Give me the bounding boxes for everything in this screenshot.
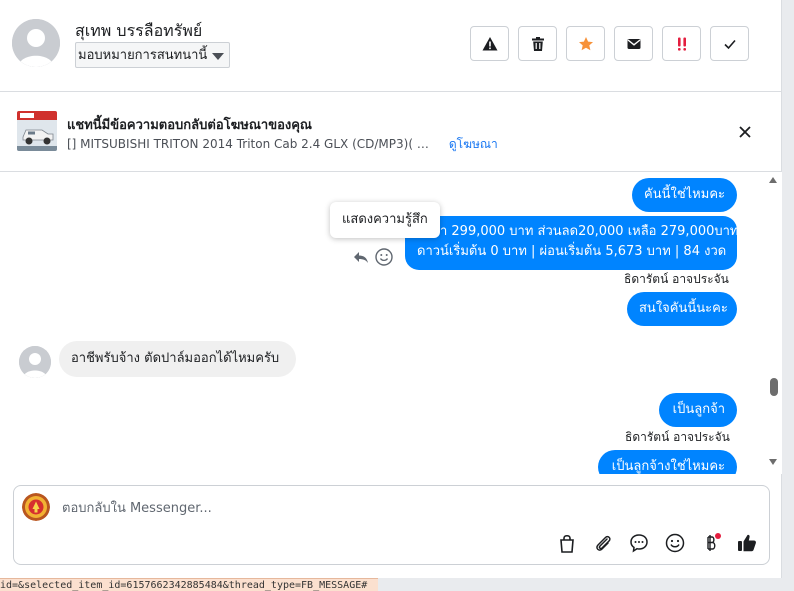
star-icon [578, 36, 593, 50]
close-icon [739, 126, 751, 138]
reaction-tooltip: แสดงความรู้สึก [330, 202, 440, 238]
warning-icon [482, 36, 497, 50]
caret-down-icon [212, 53, 225, 60]
send-like-button[interactable] [736, 532, 758, 554]
double-exclamation-icon [677, 37, 686, 51]
chat-bubble-icon [630, 534, 648, 553]
saved-replies-button[interactable] [628, 532, 650, 554]
delete-button[interactable] [518, 26, 557, 61]
shopping-bag-icon [560, 534, 574, 553]
envelope-icon [627, 38, 640, 49]
message-bubble-sent[interactable]: คันนี้ใช่ไหมคะ [632, 178, 737, 212]
paperclip-icon [596, 535, 611, 551]
mark-done-button[interactable] [710, 26, 749, 61]
react-button[interactable] [374, 247, 394, 267]
emoji-button[interactable] [664, 532, 686, 554]
follow-up-button[interactable] [662, 26, 701, 61]
message-line: ดาวน์เริ่มต้น 0 บาท | ผ่อนเริ่มต้น 5,673… [417, 244, 727, 259]
message-bubble-sent[interactable]: เป็นลูกจ้างใช่ไหมคะ [598, 450, 737, 474]
message-bubble-sent[interactable]: เป็นลูกจ้า [659, 393, 737, 427]
status-url-bar: id=&selected_item_id=6157662342885484&th… [0, 578, 378, 591]
reply-input[interactable] [62, 496, 662, 520]
ad-title-text: [] MITSUBISHI TRITON 2014 Triton Cab 2.4… [67, 137, 439, 151]
message-list-scrollbar[interactable] [765, 172, 782, 474]
message-list[interactable]: คันนี้ใช่ไหมคะ ราคา 299,000 บาท ส่วนลด20… [0, 172, 782, 474]
message-bubble-sent[interactable]: ราคา 299,000 บาท ส่วนลด20,000 เหลือ 279,… [405, 216, 739, 270]
baht-currency-icon [707, 533, 721, 551]
payment-button[interactable] [700, 532, 722, 554]
smiley-icon [665, 533, 685, 553]
sender-name: ธิดารัตน์ อาจประจัน [625, 430, 730, 444]
assign-select-label: มอบหมายการสนทนานี้ [78, 48, 208, 63]
ad-banner-title: แชทนี้มีข้อความตอบกลับต่อโฆษณาของคุณ [67, 118, 312, 133]
contact-name[interactable]: สุเทพ บรรลือทรัพย์ [75, 19, 202, 44]
assign-conversation-select[interactable]: มอบหมายการสนทนานี้ [75, 42, 231, 68]
page-avatar [22, 493, 50, 521]
close-banner-button[interactable] [735, 122, 755, 142]
ad-reply-banner: แชทนี้มีข้อความตอบกลับต่อโฆษณาของคุณ [] … [0, 92, 782, 172]
view-ad-link[interactable]: ดูโฆษณา [449, 137, 498, 151]
attach-button[interactable] [592, 532, 614, 554]
reply-composer [13, 485, 770, 565]
conversation-header: สุเทพ บรรลือทรัพย์ มอบหมายการสนทนานี้ [0, 0, 782, 92]
scrollbar-thumb[interactable] [770, 378, 778, 396]
message-line: ราคา 299,000 บาท ส่วนลด20,000 เหลือ 279,… [417, 224, 739, 239]
message-bubble-sent[interactable]: สนใจคันนี้นะคะ [627, 292, 737, 326]
reply-button[interactable] [351, 247, 371, 267]
reply-icon [354, 252, 368, 263]
mark-unread-button[interactable] [614, 26, 653, 61]
thumbs-up-icon [738, 534, 756, 552]
shop-button[interactable] [556, 532, 578, 554]
trash-icon [531, 36, 544, 51]
mark-spam-button[interactable] [470, 26, 509, 61]
contact-avatar-small[interactable] [19, 346, 51, 378]
star-button[interactable] [566, 26, 605, 61]
ad-banner-subtitle: [] MITSUBISHI TRITON 2014 Triton Cab 2.4… [67, 135, 507, 154]
ad-thumbnail[interactable] [17, 111, 57, 151]
smiley-icon [375, 248, 393, 266]
contact-avatar[interactable] [12, 19, 60, 67]
conversation-panel: สุเทพ บรรลือทรัพย์ มอบหมายการสนทนานี้ แช… [0, 0, 782, 578]
scroll-up-arrow-icon[interactable] [769, 177, 777, 183]
checkmark-icon [723, 39, 736, 49]
sender-name: ธิดารัตน์ อาจประจัน [624, 272, 729, 286]
message-bubble-received[interactable]: อาชีพรับจ้าง ตัดปาล์มออกได้ไหมครับ [59, 341, 296, 377]
scroll-down-arrow-icon[interactable] [769, 459, 777, 465]
